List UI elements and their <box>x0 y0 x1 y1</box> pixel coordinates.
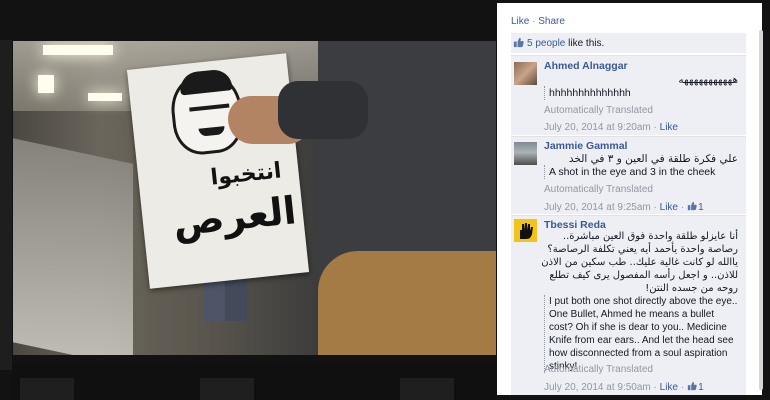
panel-scrollbar[interactable] <box>759 30 763 390</box>
likers-link[interactable]: 5 people <box>527 38 565 49</box>
comments-panel: Like · Share 5 people like this. Ahmed A… <box>497 3 762 395</box>
like-count[interactable]: 1 <box>698 382 704 393</box>
photo-viewer[interactable]: انتخبوا العرص <box>13 41 496 355</box>
like-count-icon <box>687 381 697 391</box>
share-link[interactable]: Share <box>538 16 565 27</box>
avatar[interactable] <box>514 219 537 242</box>
comment-like-link[interactable]: Like <box>660 122 678 133</box>
range-lane-divider <box>13 138 133 355</box>
comment-original-text: هههههههههههه <box>678 74 738 86</box>
background-thumbnail <box>20 378 74 400</box>
comment-timestamp[interactable]: July 20, 2014 at 9:25am <box>544 202 651 213</box>
avatar[interactable] <box>514 62 537 85</box>
auto-translated-label: Automatically Translated <box>544 105 653 116</box>
comment-meta: July 20, 2014 at 9:50am · Like · 1 <box>544 381 704 393</box>
auto-translated-label: Automatically Translated <box>544 364 653 375</box>
likes-summary: 5 people like this. <box>511 33 746 53</box>
likes-suffix: like this. <box>565 38 605 49</box>
comment-translation: I put both one shot directly above the e… <box>544 295 740 373</box>
person-arm <box>278 81 368 139</box>
rabaa-hand-icon <box>514 219 537 242</box>
comment-meta: July 20, 2014 at 9:25am · Like · 1 <box>544 201 704 213</box>
like-count[interactable]: 1 <box>698 202 704 213</box>
comment-author[interactable]: Jammie Gammal <box>544 140 627 152</box>
sign-text-line1: انتخبوا <box>209 158 283 191</box>
comment-translation: A shot in the eye and 3 in the cheek <box>544 165 740 179</box>
page-edge <box>0 40 12 370</box>
post-actions: Like · Share <box>511 16 565 27</box>
comment-original-text: أنا عايزلو طلقة واحدة فوق العين مباشرة..… <box>541 231 738 294</box>
like-link[interactable]: Like <box>511 16 529 27</box>
thumbs-up-icon <box>513 37 524 48</box>
action-separator: · <box>529 16 539 27</box>
background-thumbnail <box>200 378 254 400</box>
comment-like-link[interactable]: Like <box>660 382 678 393</box>
comment-timestamp[interactable]: July 20, 2014 at 9:50am <box>544 382 651 393</box>
comment-author[interactable]: Ahmed Alnaggar <box>544 60 628 72</box>
comment-item: Jammie Gammal علي فكرة طلقة في العين و ٣… <box>511 136 746 214</box>
comment-translation: hhhhhhhhhhhhhh <box>544 86 740 100</box>
comment-item: Tbessi Reda أنا عايزلو طلقة واحدة فوق ال… <box>511 215 746 395</box>
ceiling-light <box>43 45 113 55</box>
comment-like-link[interactable]: Like <box>660 202 678 213</box>
auto-translated-label: Automatically Translated <box>544 184 653 195</box>
foreground-person <box>278 41 496 355</box>
ceiling-light <box>38 75 54 93</box>
person-pants <box>318 251 496 355</box>
avatar[interactable] <box>514 142 537 165</box>
comment-item: Ahmed Alnaggar هههههههههههه hhhhhhhhhhhh… <box>511 55 746 135</box>
ceiling-light <box>88 93 122 101</box>
comment-meta: July 20, 2014 at 9:20am · Like <box>544 122 678 133</box>
background-thumbnail <box>400 378 454 400</box>
comment-timestamp[interactable]: July 20, 2014 at 9:20am <box>544 122 651 133</box>
like-count-icon <box>687 201 697 211</box>
comment-original-text: علي فكرة طلقة في العين و ٣ في الخد <box>568 153 738 165</box>
sign-text-line2: العرص <box>170 188 299 245</box>
